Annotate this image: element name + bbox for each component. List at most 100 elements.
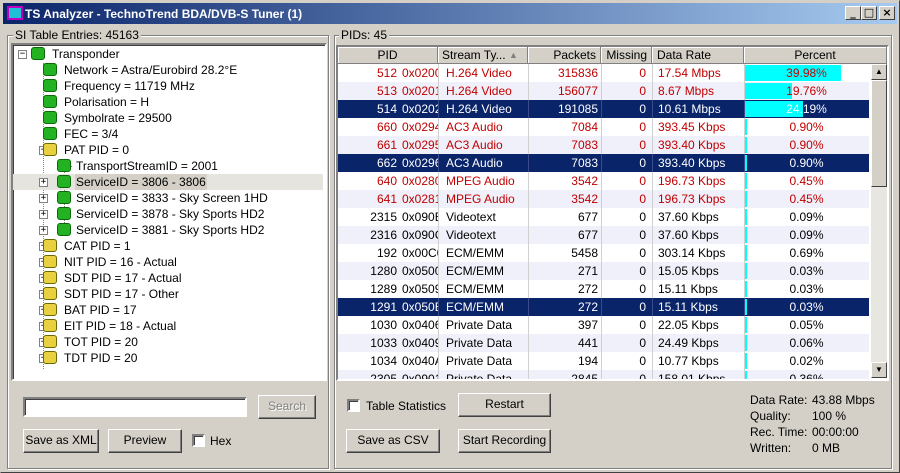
- pid-table-row[interactable]: 641 0x0281 MPEG Audio 3542 0 196.73 Kbps 0.45%: [338, 190, 869, 208]
- table-statistics-checkbox[interactable]: [347, 399, 360, 412]
- pid-cell-hex: 0x0509: [402, 282, 438, 296]
- pid-table-row[interactable]: 2305 0x0901 Private Data 2845 0 158.01 Kbps 0.…: [338, 370, 869, 379]
- tree-node[interactable]: +SDT PID = 17 - Actual: [13, 270, 323, 286]
- grid-line: [652, 334, 653, 352]
- tree-node[interactable]: +TDT PID = 20: [13, 350, 323, 366]
- tree-node[interactable]: +NIT PID = 16 - Actual: [13, 254, 323, 270]
- expand-icon[interactable]: +: [39, 194, 48, 203]
- expand-icon[interactable]: +: [39, 226, 48, 235]
- restart-button[interactable]: Restart: [458, 393, 551, 417]
- grid-line: [438, 64, 439, 82]
- tree-node[interactable]: FEC = 3/4: [13, 126, 323, 142]
- tree-node[interactable]: +CAT PID = 1: [13, 238, 323, 254]
- preview-button[interactable]: Preview: [108, 429, 182, 453]
- grid-line: [438, 118, 439, 136]
- tree-node[interactable]: TransportStreamID = 2001: [13, 158, 323, 174]
- grid-line: [652, 100, 653, 118]
- grid-line: [601, 136, 602, 154]
- pid-table-row[interactable]: 2315 0x090B Videotext 677 0 37.60 Kbps 0.09%: [338, 208, 869, 226]
- scroll-thumb[interactable]: [871, 80, 887, 187]
- save-as-xml-button[interactable]: Save as XML: [23, 429, 99, 453]
- table-icon: [43, 319, 57, 332]
- app-icon[interactable]: [7, 6, 23, 20]
- pid-cell-packets: 7084: [571, 120, 598, 134]
- grid-line: [744, 280, 745, 298]
- tree-node[interactable]: − Transponder: [13, 46, 323, 62]
- tree-node[interactable]: Frequency = 11719 MHz: [13, 78, 323, 94]
- pid-table-row[interactable]: 513 0x0201 H.264 Video 156077 0 8.67 Mbps 19.7…: [338, 82, 869, 100]
- grid-line: [438, 172, 439, 190]
- column-header-data-rate[interactable]: Data Rate: [652, 47, 744, 64]
- pid-cell-missing: 0: [639, 336, 646, 350]
- pid-table-row[interactable]: 512 0x0200 H.264 Video 315836 0 17.54 Mbps 39.…: [338, 64, 869, 82]
- pid-table-row[interactable]: 192 0x00C0 ECM/EMM 5458 0 303.14 Kbps 0.69%: [338, 244, 869, 262]
- pid-table-row[interactable]: 1289 0x0509 ECM/EMM 272 0 15.11 Kbps 0.03%: [338, 280, 869, 298]
- tree-node[interactable]: −PAT PID = 0: [13, 142, 323, 158]
- column-header-stream-type[interactable]: Stream Ty... ▲: [438, 47, 528, 64]
- tree-node[interactable]: + ServiceID = 3881 - Sky Sports HD2: [13, 222, 323, 238]
- tree-node[interactable]: +SDT PID = 17 - Other: [13, 286, 323, 302]
- status-green-icon: [43, 79, 57, 92]
- pid-table-row[interactable]: 2316 0x090C Videotext 677 0 37.60 Kbps 0.09%: [338, 226, 869, 244]
- si-tree[interactable]: − Transponder Network = Astra/Eurobird 28.…: [13, 45, 325, 379]
- collapse-icon[interactable]: −: [18, 50, 27, 59]
- pid-table-row[interactable]: 662 0x0296 AC3 Audio 7083 0 393.40 Kbps 0.90%: [338, 154, 869, 172]
- expand-icon[interactable]: +: [39, 178, 48, 187]
- pid-cell-pct: 0.03%: [789, 300, 824, 314]
- si-count-label: SI Table Entries: 45163: [13, 28, 141, 42]
- tree-node[interactable]: Symbolrate = 29500: [13, 110, 323, 126]
- pid-table-row[interactable]: 1034 0x040A Private Data 194 0 10.77 Kbps 0.02…: [338, 352, 869, 370]
- close-button[interactable]: ×: [879, 6, 895, 20]
- column-header-stream-type-label: Stream Ty...: [442, 48, 506, 62]
- tree-node[interactable]: + ServiceID = 3833 - Sky Screen 1HD: [13, 190, 323, 206]
- tree-node[interactable]: Network = Astra/Eurobird 28.2°E: [13, 62, 323, 78]
- pid-table-row[interactable]: 514 0x0202 H.264 Video 191085 0 10.61 Mbps 24.…: [338, 100, 869, 118]
- pid-table-row[interactable]: 1030 0x0406 Private Data 397 0 22.05 Kbps 0.05…: [338, 316, 869, 334]
- pid-table-scrollbar[interactable]: ▲ ▼: [871, 64, 887, 378]
- grid-line: [652, 190, 653, 208]
- pid-cell-hex: 0x00C0: [402, 246, 438, 260]
- tree-node[interactable]: +EIT PID = 18 - Actual: [13, 318, 323, 334]
- pid-cell-packets: 7083: [571, 156, 598, 170]
- scroll-up-button[interactable]: ▲: [871, 64, 887, 80]
- status-green-icon: [57, 175, 71, 188]
- expand-icon[interactable]: +: [39, 210, 48, 219]
- column-header-packets[interactable]: Packets: [528, 47, 601, 64]
- column-header-missing[interactable]: Missing: [601, 47, 652, 64]
- table-icon: [43, 239, 57, 252]
- tree-node[interactable]: +TOT PID = 20: [13, 334, 323, 350]
- tree-node[interactable]: Polarisation = H: [13, 94, 323, 110]
- start-recording-button[interactable]: Start Recording: [458, 429, 551, 453]
- grid-line: [652, 136, 653, 154]
- scroll-down-button[interactable]: ▼: [871, 362, 887, 378]
- tree-node-label: ServiceID = 3881 - Sky Sports HD2: [76, 223, 265, 237]
- search-input[interactable]: [23, 397, 247, 417]
- data-rate-label: Data Rate:: [750, 393, 808, 407]
- title-bar[interactable]: TS Analyzer - TechnoTrend BDA/DVB-S Tune…: [3, 3, 897, 24]
- tree-node[interactable]: + ServiceID = 3806 - 3806: [13, 174, 323, 190]
- save-as-csv-button[interactable]: Save as CSV: [346, 429, 440, 453]
- column-header-percent[interactable]: Percent: [744, 47, 887, 64]
- pid-table-row[interactable]: 661 0x0295 AC3 Audio 7083 0 393.40 Kbps 0.90%: [338, 136, 869, 154]
- pid-cell-missing: 0: [639, 102, 646, 116]
- grid-line: [744, 262, 745, 280]
- pid-table-row[interactable]: 640 0x0280 MPEG Audio 3542 0 196.73 Kbps 0.45%: [338, 172, 869, 190]
- pid-cell-type: Private Data: [446, 354, 513, 368]
- pid-cell-type: ECM/EMM: [446, 246, 504, 260]
- column-header-pid[interactable]: PID: [338, 47, 438, 64]
- pid-cell-packets: 7083: [571, 138, 598, 152]
- search-button[interactable]: Search: [258, 395, 316, 419]
- maximize-button[interactable]: □: [861, 6, 877, 20]
- pid-cell-hex: 0x0409: [402, 336, 438, 350]
- tree-node[interactable]: + ServiceID = 3878 - Sky Sports HD2: [13, 206, 323, 222]
- grid-line: [601, 262, 602, 280]
- status-green-icon: [57, 207, 71, 220]
- hex-checkbox[interactable]: [192, 434, 205, 447]
- pid-table-row[interactable]: 1291 0x050B ECM/EMM 272 0 15.11 Kbps 0.03%: [338, 298, 869, 316]
- pid-table-row[interactable]: 1033 0x0409 Private Data 441 0 24.49 Kbps 0.06…: [338, 334, 869, 352]
- minimize-button[interactable]: _: [845, 6, 861, 20]
- pid-table-row[interactable]: 1280 0x0500 ECM/EMM 271 0 15.05 Kbps 0.03%: [338, 262, 869, 280]
- pid-cell-missing: 0: [639, 84, 646, 98]
- tree-node[interactable]: +BAT PID = 17: [13, 302, 323, 318]
- pid-table-row[interactable]: 660 0x0294 AC3 Audio 7084 0 393.45 Kbps 0.90%: [338, 118, 869, 136]
